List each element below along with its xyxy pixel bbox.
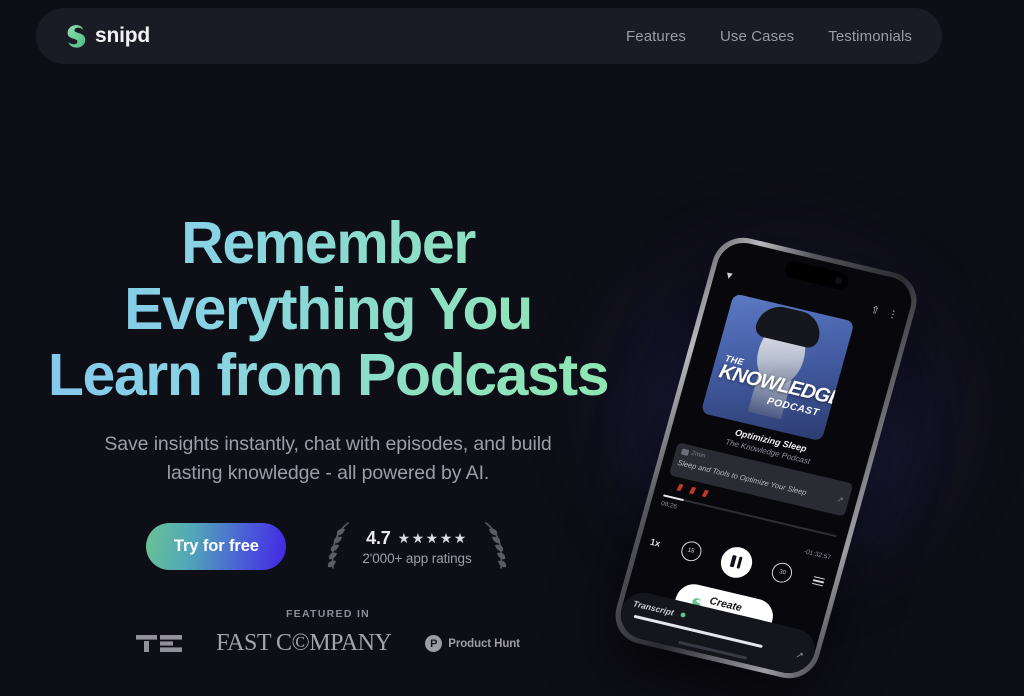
- rewind-15-button[interactable]: 15: [678, 539, 704, 564]
- pause-icon-bar: [736, 556, 744, 569]
- hero-section: Remember Everything You Learn from Podca…: [0, 210, 656, 574]
- snip-duration: 2min: [690, 449, 707, 460]
- page-title: Remember Everything You Learn from Podca…: [0, 210, 656, 408]
- elapsed-time: 08:26: [660, 500, 678, 511]
- featured-in-logos: FAST C©MPANY P Product Hunt: [0, 630, 656, 657]
- transcript-expand-icon[interactable]: ↗: [795, 649, 805, 661]
- phone-device: ▼ ⇧ ⋮ THE KNOWLEDGE PODCAST Optimizing S…: [608, 231, 924, 685]
- product-hunt-badge-icon: P: [425, 635, 443, 652]
- podcast-artwork: THE KNOWLEDGE PODCAST: [700, 293, 855, 442]
- techcrunch-logo-icon: [136, 635, 183, 652]
- snip-badge-icon: [681, 448, 690, 456]
- remaining-time: -01:32:57: [802, 548, 832, 562]
- rating-text: 4.7 ★★★★★ 2'000+ app ratings: [360, 528, 473, 566]
- navbar: snipd Features Use Cases Testimonials: [36, 8, 942, 64]
- chevron-down-icon[interactable]: ▼: [723, 269, 736, 282]
- nav-link-use-cases[interactable]: Use Cases: [720, 28, 794, 45]
- player-controls: 1x 15 30: [646, 525, 828, 599]
- transcript-status-icon: [680, 612, 686, 618]
- queue-line: [813, 575, 825, 580]
- snipd-leaf-logo-icon: [67, 25, 86, 48]
- nav-link-features[interactable]: Features: [626, 28, 686, 45]
- queue-list-icon[interactable]: [811, 575, 825, 587]
- navbar-pill: snipd Features Use Cases Testimonials: [36, 8, 942, 64]
- queue-line: [812, 579, 824, 584]
- try-for-free-button[interactable]: Try for free: [146, 523, 287, 571]
- queue-line: [811, 583, 823, 587]
- more-options-icon[interactable]: ⋮: [887, 308, 900, 321]
- brand[interactable]: snipd: [64, 24, 150, 48]
- brand-name: snipd: [95, 24, 150, 47]
- rating-score: 4.7: [366, 527, 391, 548]
- playback-speed-button[interactable]: 1x: [649, 537, 661, 549]
- rating-block: 4.7 ★★★★★ 2'000+ app ratings: [324, 520, 509, 574]
- pause-button[interactable]: [717, 543, 756, 581]
- waveform-bar: [701, 489, 709, 498]
- fast-company-logo: FAST C©MPANY: [216, 630, 392, 656]
- waveform-markers: [676, 483, 709, 498]
- waveform-bar: [689, 486, 697, 495]
- phone-camera-icon: [834, 276, 843, 285]
- featured-in-label: FEATURED IN: [285, 608, 371, 620]
- rating-caption: 2'000+ app ratings: [362, 550, 472, 566]
- featured-in-section: FEATURED IN FAST C©MPANY P Product Hunt: [0, 608, 656, 657]
- rating-stars-icon: ★★★★★: [397, 529, 468, 546]
- cta-row: Try for free 4.7 ★★★★★ 2'000+ app rating…: [0, 520, 656, 574]
- waveform-bar: [676, 483, 684, 492]
- nav-links: Features Use Cases Testimonials: [626, 28, 912, 45]
- product-hunt-label: Product Hunt: [448, 637, 520, 650]
- transcript-label: Transcript: [632, 598, 676, 618]
- laurel-left-icon: [328, 521, 350, 569]
- nav-link-testimonials[interactable]: Testimonials: [828, 28, 912, 45]
- expand-icon[interactable]: ↗: [836, 495, 845, 505]
- share-icon[interactable]: ⇧: [870, 304, 881, 317]
- snip-duration-badge: 2min: [681, 448, 706, 460]
- app-top-actions: ⇧ ⋮: [870, 304, 900, 321]
- rating-top-row: 4.7 ★★★★★: [362, 528, 471, 549]
- forward-30-button[interactable]: 30: [769, 560, 795, 585]
- phone-mockup: ▼ ⇧ ⋮ THE KNOWLEDGE PODCAST Optimizing S…: [608, 231, 962, 685]
- hero-subheadline: Save insights instantly, chat with episo…: [104, 433, 552, 484]
- product-hunt-logo: P Product Hunt: [425, 635, 520, 652]
- pause-icon-bar: [730, 555, 737, 568]
- laurel-right-icon: [484, 521, 506, 569]
